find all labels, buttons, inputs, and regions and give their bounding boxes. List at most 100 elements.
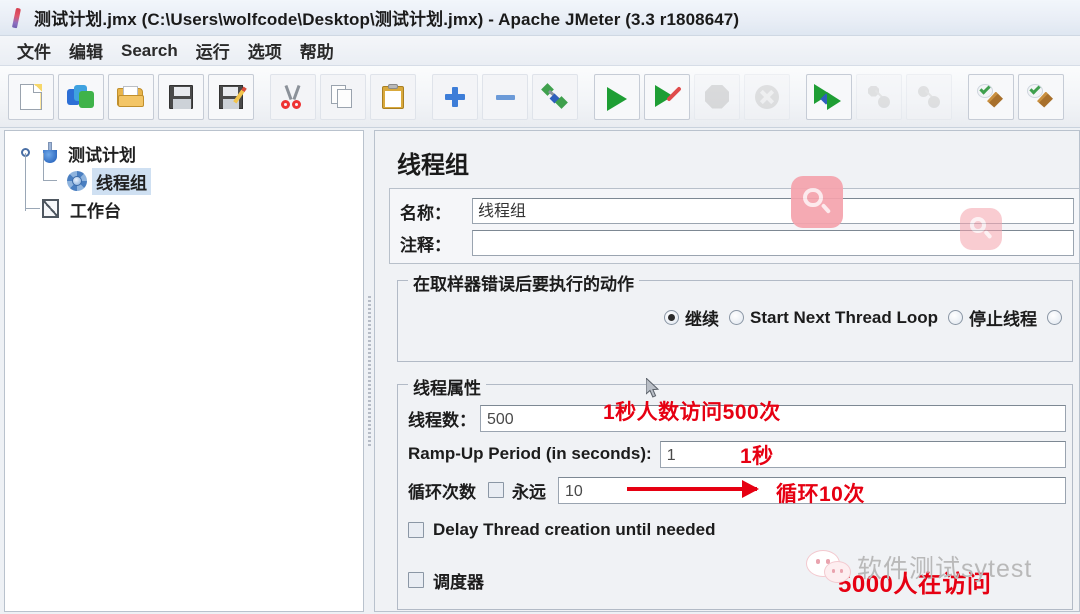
ramp-up-row: Ramp-Up Period (in seconds): 1 [408, 437, 1066, 471]
toolbar-start-no-pauses[interactable] [644, 73, 690, 120]
menu-help[interactable]: 帮助 [291, 36, 343, 65]
radio-mark-icon[interactable] [664, 310, 680, 325]
save-icon [166, 82, 196, 112]
toolbar-collapse-all[interactable] [482, 73, 528, 120]
split-divider[interactable] [364, 128, 374, 614]
error-action-title: 在取样器错误后要执行的动作 [408, 270, 639, 295]
comment-label: 注释： [400, 235, 451, 255]
tree-node-label: 线程组 [92, 167, 151, 195]
toolbar-group-clear [966, 73, 1066, 120]
scheduler-label: 调度器 [433, 572, 484, 592]
toggle-icon [540, 82, 570, 112]
delay-thread-checkbox[interactable] [408, 522, 424, 538]
thread-properties-title: 线程属性 [408, 374, 486, 399]
toolbar-separator-3 [580, 75, 592, 119]
toolbar-start[interactable] [594, 73, 640, 120]
toolbar-stop[interactable] [694, 73, 740, 120]
toolbar-templates[interactable] [58, 73, 104, 120]
toolbar-group-edit [268, 73, 418, 120]
tree-node-label: 工作台 [70, 201, 121, 221]
loop-count-label: 循环次数 [408, 482, 476, 502]
toolbar-remote-start-all[interactable] [806, 73, 852, 120]
radio-label: Start Next Thread Loop [750, 307, 938, 327]
clipboard-paste-icon [378, 82, 408, 112]
toolbar-group-run [592, 73, 792, 120]
delay-thread-row[interactable]: Delay Thread creation until needed [408, 513, 1062, 547]
toolbar-expand-all[interactable] [432, 73, 478, 120]
annotation-ramp-up: 1秒 [740, 445, 774, 468]
radio-overflow-clipped[interactable] [1047, 310, 1062, 325]
forever-label: 永远 [512, 482, 546, 502]
menu-search[interactable]: Search [112, 39, 187, 63]
workbench-icon [41, 199, 61, 219]
open-folder-icon [116, 82, 146, 112]
radio-mark-icon[interactable] [1047, 310, 1062, 325]
menu-file[interactable]: 文件 [8, 36, 60, 65]
annotation-loop-arrow [627, 480, 759, 498]
delay-thread-label: Delay Thread creation until needed [433, 520, 716, 539]
toolbar-save-as[interactable] [208, 73, 254, 120]
toolbar-clear-all[interactable] [1018, 73, 1064, 120]
toolbar-copy[interactable] [320, 73, 366, 120]
menu-edit[interactable]: 编辑 [60, 36, 112, 65]
tree-indent [15, 139, 41, 211]
magnifier-watermark-1 [791, 176, 843, 228]
toolbar-remote-stop-all[interactable] [856, 73, 902, 120]
toolbar-cut[interactable] [270, 73, 316, 120]
scheduler-checkbox[interactable] [408, 572, 424, 588]
menu-options[interactable]: 选项 [239, 36, 291, 65]
toolbar-separator-5 [954, 75, 966, 119]
play-start-no-pause-icon [652, 82, 682, 112]
play-start-icon [602, 82, 632, 112]
copy-icon [328, 82, 358, 112]
annotation-loop-count: 循环10次 [776, 483, 865, 506]
toolbar-save[interactable] [158, 73, 204, 120]
tree-node-test-plan[interactable]: 测试计划 [15, 139, 363, 211]
radio-continue[interactable]: 继续 [664, 305, 719, 330]
toolbar-clear[interactable] [968, 73, 1014, 120]
toolbar-group-tree [430, 73, 580, 120]
menu-run[interactable]: 运行 [187, 36, 239, 65]
wechat-watermark: 软件测试sytest [806, 549, 1032, 585]
toolbar [0, 66, 1080, 128]
plus-expand-icon [440, 82, 470, 112]
jmeter-window: 测试计划.jmx (C:\Users\wolfcode\Desktop\测试计划… [0, 0, 1080, 614]
stop-octagon-icon [702, 82, 732, 112]
tree-node-thread-group[interactable]: 线程组 [15, 153, 363, 195]
title-bar: 测试计划.jmx (C:\Users\wolfcode\Desktop\测试计划… [0, 0, 1080, 36]
radio-stop-thread[interactable]: 停止线程 [948, 305, 1037, 330]
stop-remote-all-icon [864, 82, 894, 112]
tree-indent [15, 195, 41, 223]
minus-collapse-icon [490, 82, 520, 112]
radio-label: 停止线程 [969, 310, 1037, 329]
thread-count-label: 线程数： [408, 410, 476, 430]
tree-node-workbench[interactable]: 工作台 [15, 195, 363, 223]
window-title: 测试计划.jmx (C:\Users\wolfcode\Desktop\测试计划… [34, 10, 740, 29]
toolbar-separator-1 [256, 75, 268, 119]
magnifier-icon [801, 186, 832, 217]
scissors-cut-icon [278, 82, 308, 112]
jmeter-feather-icon [6, 6, 28, 30]
radio-mark-icon[interactable] [948, 310, 963, 325]
toolbar-toggle[interactable] [532, 73, 578, 120]
toolbar-remote-shutdown-all[interactable] [906, 73, 952, 120]
toolbar-shutdown[interactable] [744, 73, 790, 120]
menu-bar: 文件 编辑 Search 运行 选项 帮助 [0, 36, 1080, 66]
ramp-up-input[interactable]: 1 [659, 440, 1066, 468]
radio-mark-icon[interactable] [729, 310, 745, 325]
toolbar-paste[interactable] [370, 73, 416, 120]
forever-checkbox[interactable] [488, 482, 504, 498]
toolbar-separator-4 [792, 75, 804, 119]
radio-start-next-thread-loop[interactable]: Start Next Thread Loop [729, 308, 938, 328]
toolbar-open[interactable] [108, 73, 154, 120]
toolbar-group-file [6, 73, 256, 120]
split-divider-grip[interactable] [367, 296, 371, 446]
thread-group-config-panel: 线程组 名称： 线程组 注释： 在取样器错误后要执行的动作 继续 Start N… [374, 130, 1080, 612]
toolbar-group-remote [804, 73, 954, 120]
toolbar-new[interactable] [8, 73, 54, 120]
error-action-group: 在取样器错误后要执行的动作 继续 Start Next Thread Loop … [397, 270, 1073, 362]
test-plan-tree-panel[interactable]: 测试计划 线程组 工作台 [4, 130, 364, 612]
toolbar-separator-2 [418, 75, 430, 119]
clear-icon [976, 82, 1006, 112]
name-label: 名称： [400, 203, 451, 223]
